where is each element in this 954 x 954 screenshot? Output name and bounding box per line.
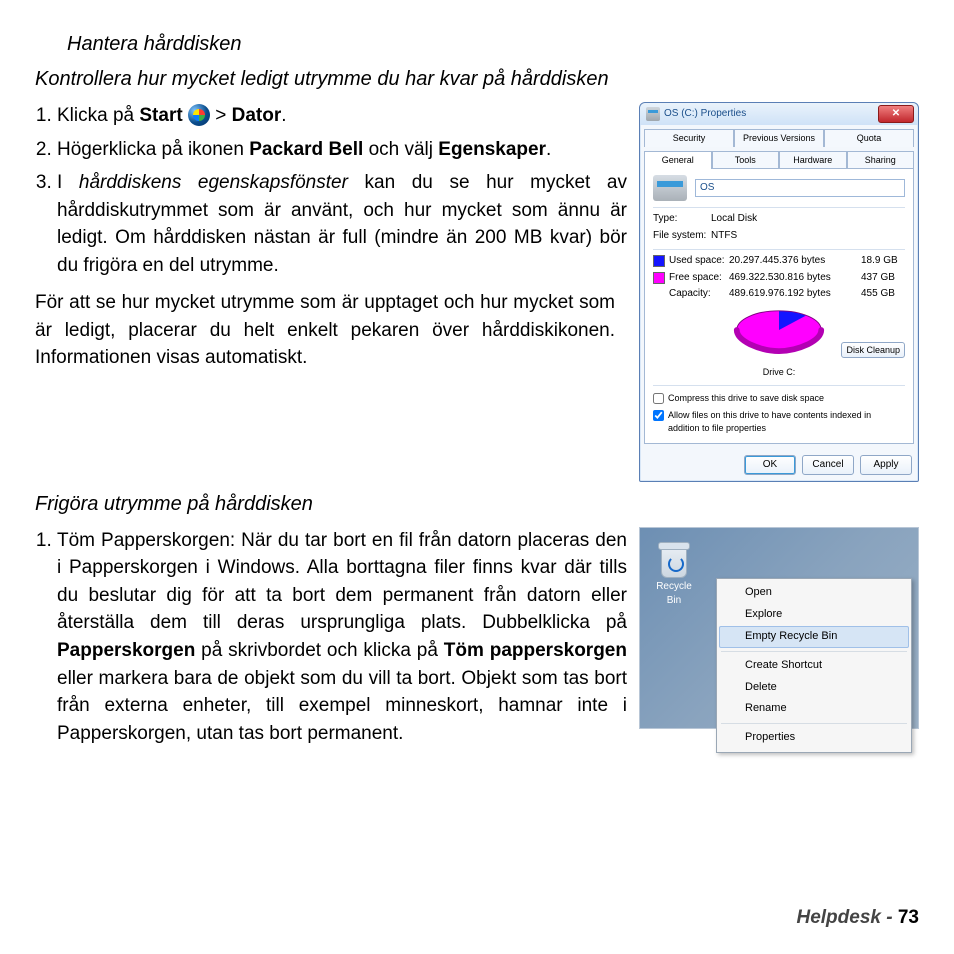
check-space-steps: Klicka på Start > Dator. Högerklicka på …	[35, 102, 637, 279]
heading-manage-disk: Hantera hårddisken	[67, 30, 919, 59]
tab-sharing[interactable]: Sharing	[847, 151, 915, 169]
recycle-icon	[668, 556, 684, 572]
fs-label: File system:	[653, 229, 711, 244]
tabs-row-1: Security Previous Versions Quota	[640, 125, 918, 147]
index-label: Allow files on this drive to have conten…	[668, 409, 905, 435]
free-bytes: 469.322.530.816 bytes	[729, 271, 857, 286]
step-1: Klicka på Start > Dator.	[57, 102, 637, 130]
close-icon[interactable]: ✕	[878, 105, 914, 123]
apply-button[interactable]: Apply	[860, 455, 912, 475]
ok-button[interactable]: OK	[744, 455, 796, 475]
free-swatch	[653, 272, 665, 284]
ctx-properties[interactable]: Properties	[719, 727, 909, 749]
type-label: Type:	[653, 212, 711, 227]
free-label: Free space:	[669, 271, 725, 286]
footer-page-number: 73	[898, 907, 919, 928]
compress-checkbox-row[interactable]: Compress this drive to save disk space	[653, 392, 905, 405]
used-gb: 18.9 GB	[861, 254, 905, 269]
drive-icon	[653, 175, 687, 201]
used-swatch	[653, 255, 665, 267]
disk-properties-window: OS (C:) Properties ✕ Security Previous V…	[639, 102, 919, 482]
drive-name-input[interactable]: OS	[695, 179, 905, 197]
tab-tools[interactable]: Tools	[712, 151, 780, 169]
disk-cleanup-button[interactable]: Disk Cleanup	[841, 342, 905, 358]
ctx-separator	[721, 723, 907, 724]
drive-icon	[646, 107, 660, 121]
fs-value: NTFS	[711, 229, 905, 244]
drive-c-label: Drive C:	[653, 366, 905, 379]
tab-hardware[interactable]: Hardware	[779, 151, 847, 169]
ctx-create-shortcut[interactable]: Create Shortcut	[719, 655, 909, 677]
free-gb: 437 GB	[861, 271, 905, 286]
index-checkbox[interactable]	[653, 410, 664, 421]
tab-pane-general: OS Type: Local Disk File system: NTFS Us…	[644, 168, 914, 444]
ctx-separator	[721, 651, 907, 652]
step-2: Högerklicka på ikonen Packard Bell och v…	[57, 136, 637, 164]
capacity-bytes: 489.619.976.192 bytes	[729, 287, 857, 302]
hover-info-paragraph: För att se hur mycket utrymme som är upp…	[35, 289, 615, 372]
window-title: OS (C:) Properties	[664, 107, 878, 122]
used-label: Used space:	[669, 254, 725, 269]
heading-check-space: Kontrollera hur mycket ledigt utrymme du…	[35, 65, 919, 94]
context-menu: Open Explore Empty Recycle Bin Create Sh…	[716, 578, 912, 754]
tab-quota[interactable]: Quota	[824, 129, 914, 147]
recycle-bin-label: Recycle Bin	[652, 580, 696, 609]
compress-label: Compress this drive to save disk space	[668, 392, 824, 405]
recycle-bin-icon[interactable]: Recycle Bin	[652, 538, 696, 609]
ctx-empty-recycle-bin[interactable]: Empty Recycle Bin	[719, 626, 909, 648]
capacity-label: Capacity:	[669, 287, 725, 302]
heading-free-space: Frigöra utrymme på hårddisken	[35, 490, 919, 519]
tab-security[interactable]: Security	[644, 129, 734, 147]
compress-checkbox[interactable]	[653, 393, 664, 404]
window-titlebar: OS (C:) Properties ✕	[640, 103, 918, 125]
cancel-button[interactable]: Cancel	[802, 455, 854, 475]
type-value: Local Disk	[711, 212, 905, 227]
ctx-explore[interactable]: Explore	[719, 604, 909, 626]
tab-previous-versions[interactable]: Previous Versions	[734, 129, 824, 147]
capacity-gb: 455 GB	[861, 287, 905, 302]
step-3: I hårddiskens egenskapsfönster kan du se…	[57, 169, 637, 279]
ctx-rename[interactable]: Rename	[719, 698, 909, 720]
index-checkbox-row[interactable]: Allow files on this drive to have conten…	[653, 409, 905, 435]
tabs-row-2: General Tools Hardware Sharing	[640, 147, 918, 169]
usage-pie-chart	[731, 306, 827, 354]
start-orb-icon	[188, 104, 210, 126]
ctx-delete[interactable]: Delete	[719, 677, 909, 699]
tab-general[interactable]: General	[644, 151, 712, 169]
page-footer: Helpdesk - 73	[796, 904, 919, 932]
ctx-open[interactable]: Open	[719, 582, 909, 604]
used-bytes: 20.297.445.376 bytes	[729, 254, 857, 269]
footer-label: Helpdesk -	[796, 907, 897, 928]
recycle-bin-context-screenshot: Recycle Bin Open Explore Empty Recycle B…	[639, 527, 919, 729]
